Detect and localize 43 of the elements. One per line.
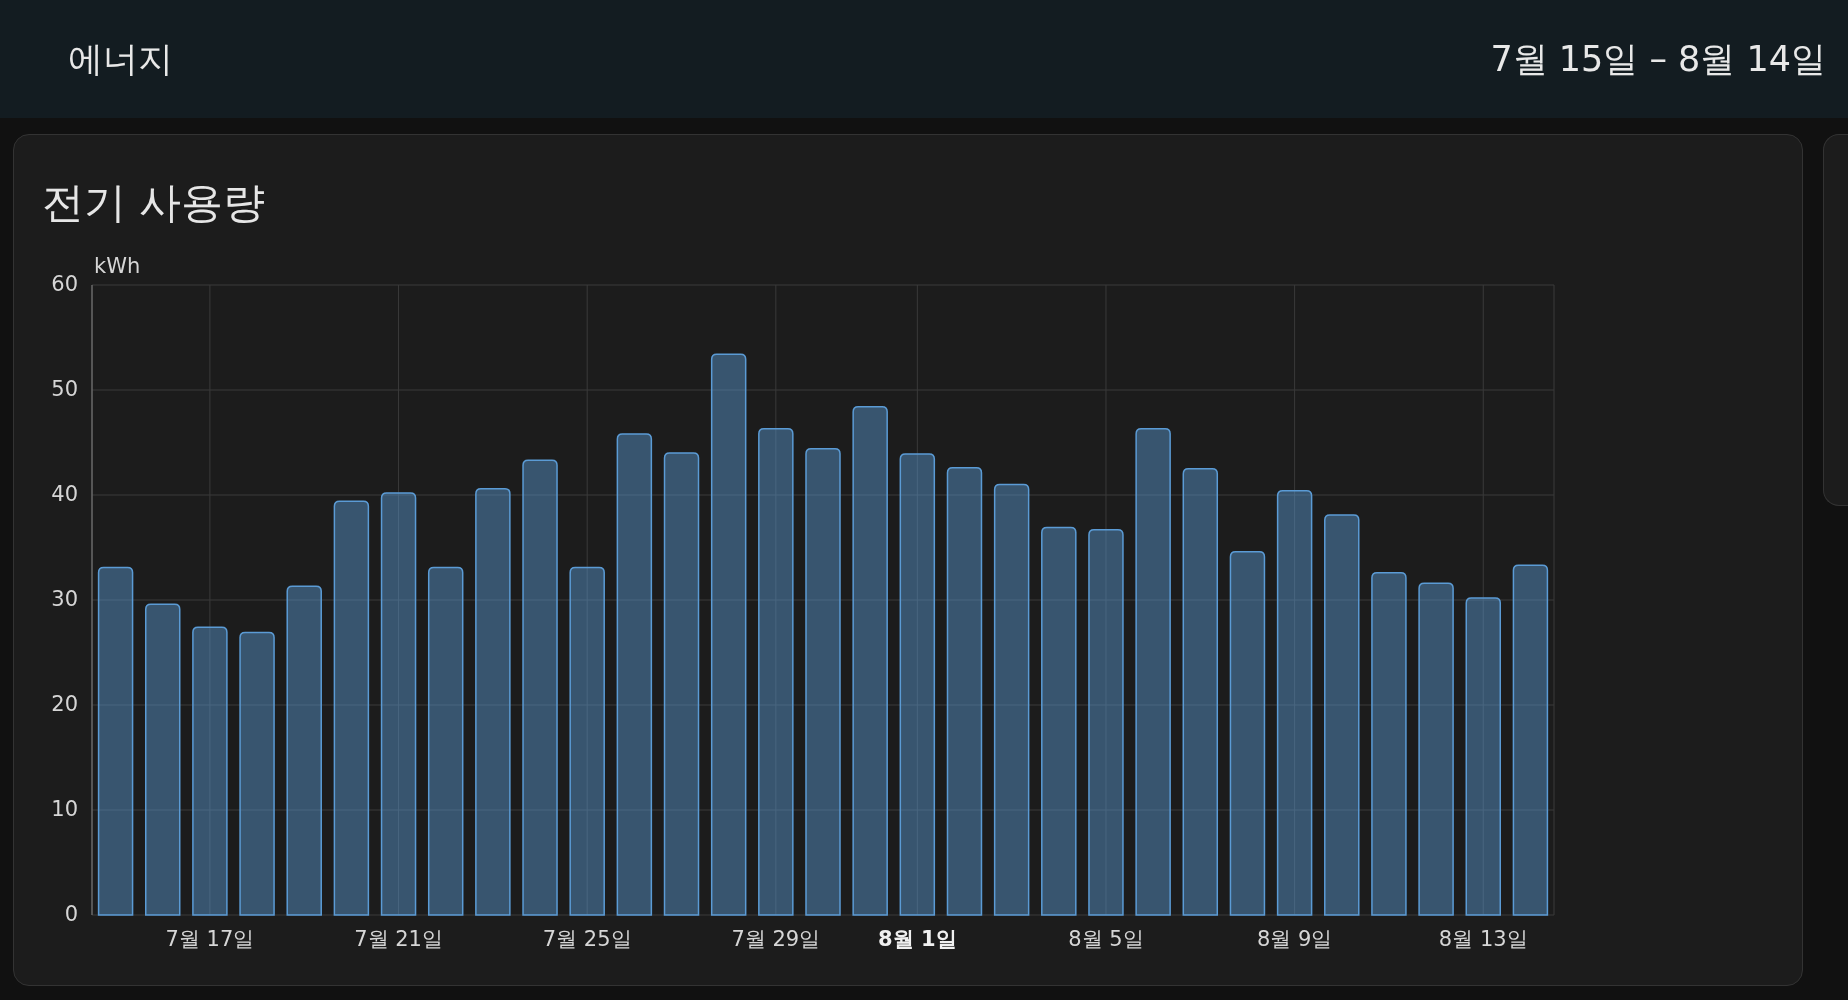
bar[interactable] xyxy=(97,566,134,916)
y-tick-label: 30 xyxy=(51,587,78,611)
date-range[interactable]: 7월 15일 – 8월 14일 xyxy=(1490,35,1826,83)
y-tick-label: 10 xyxy=(51,797,78,821)
x-tick-label: 7월 17일 xyxy=(165,926,255,953)
bar[interactable] xyxy=(1276,490,1313,916)
bar[interactable] xyxy=(946,466,983,916)
bar[interactable] xyxy=(333,500,370,916)
bar[interactable] xyxy=(663,452,700,916)
bar[interactable] xyxy=(1182,468,1219,916)
bar[interactable] xyxy=(475,487,511,916)
bar[interactable] xyxy=(145,603,181,916)
card-title: 전기 사용량 xyxy=(42,177,267,229)
x-tick-label: 7월 25일 xyxy=(542,926,632,953)
bar[interactable] xyxy=(1512,564,1549,916)
bar[interactable] xyxy=(1135,428,1171,916)
bar[interactable] xyxy=(1041,526,1077,916)
bar[interactable] xyxy=(1324,514,1360,916)
y-tick-label: 60 xyxy=(51,272,78,296)
bar[interactable] xyxy=(852,406,888,916)
y-tick-label: 50 xyxy=(51,377,78,401)
y-tick-label: 40 xyxy=(51,482,78,506)
bar[interactable] xyxy=(1465,597,1501,916)
bar[interactable] xyxy=(380,492,417,916)
bar[interactable] xyxy=(993,483,1030,916)
x-tick-label: 8월 9일 xyxy=(1256,926,1333,953)
x-tick-label: 8월 5일 xyxy=(1068,926,1144,953)
x-tick-label: 7월 21일 xyxy=(354,926,443,953)
bar[interactable] xyxy=(710,353,747,916)
bar[interactable] xyxy=(569,566,605,916)
x-tick-label: 8월 1일 xyxy=(878,926,957,953)
bar[interactable] xyxy=(286,585,322,916)
bar[interactable] xyxy=(899,453,936,916)
page-title: 에너지 xyxy=(68,37,173,81)
y-tick-label: 0 xyxy=(64,902,78,926)
y-tick-label: 20 xyxy=(51,692,78,716)
axis-unit-label: kWh xyxy=(94,254,141,278)
bar[interactable] xyxy=(616,433,653,916)
bar[interactable] xyxy=(1229,550,1266,916)
bar[interactable] xyxy=(427,566,464,916)
x-tick-label: 8월 13일 xyxy=(1438,926,1528,953)
x-tick-label: 7월 29일 xyxy=(731,926,821,953)
bar[interactable] xyxy=(758,428,794,916)
